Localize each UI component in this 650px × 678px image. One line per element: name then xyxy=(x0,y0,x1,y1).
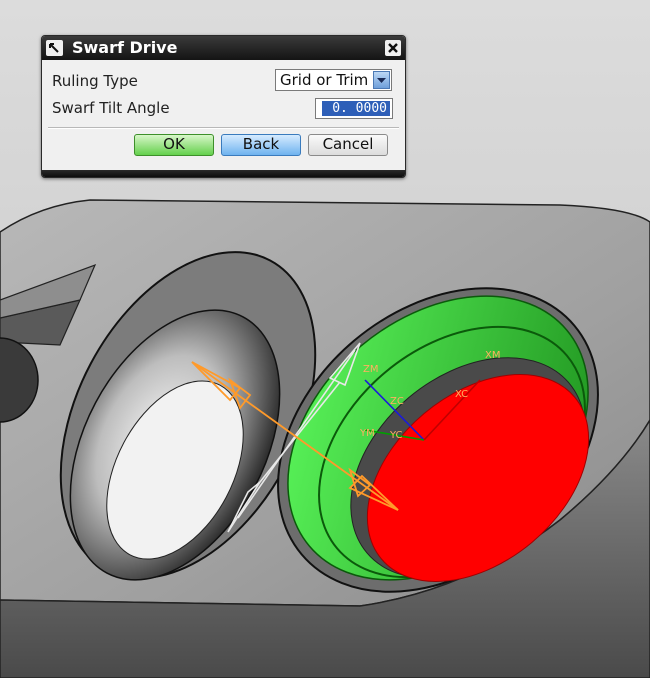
dialog-title: Swarf Drive xyxy=(72,38,178,57)
axis-label-yc: YC xyxy=(389,430,403,441)
axis-label-ym: YM xyxy=(359,428,375,439)
chevron-down-icon[interactable] xyxy=(373,71,390,89)
ruling-type-label: Ruling Type xyxy=(52,72,138,90)
pin-icon[interactable] xyxy=(46,40,63,56)
axis-label-xm: XM xyxy=(485,350,500,361)
swarf-tilt-angle-value: 0. 0000 xyxy=(322,101,390,116)
dialog-titlebar[interactable]: Swarf Drive xyxy=(42,36,405,60)
back-button[interactable]: Back xyxy=(221,134,301,156)
axis-label-zm: ZM xyxy=(363,364,378,375)
axis-label-zc: ZC xyxy=(390,396,404,407)
dialog-separator xyxy=(48,127,399,129)
ok-button[interactable]: OK xyxy=(134,134,214,156)
ruling-type-value: Grid or Trim xyxy=(280,71,369,89)
swarf-drive-dialog: Swarf Drive Ruling Type Grid or Trim Swa… xyxy=(41,35,406,178)
ruling-type-select[interactable]: Grid or Trim xyxy=(275,69,392,91)
swarf-tilt-angle-label: Swarf Tilt Angle xyxy=(52,99,170,117)
swarf-tilt-angle-input[interactable]: 0. 0000 xyxy=(315,98,393,119)
cancel-button[interactable]: Cancel xyxy=(308,134,388,156)
close-icon[interactable] xyxy=(385,40,401,56)
dialog-bottom-bar xyxy=(42,170,405,177)
axis-label-xc: XC xyxy=(455,389,468,400)
